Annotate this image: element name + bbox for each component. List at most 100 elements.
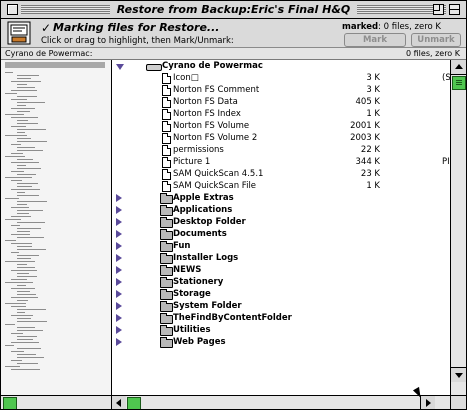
folder-row[interactable]: Storage	[112, 288, 450, 300]
file-row[interactable]: SAM QuickScan File 1 K	[112, 180, 450, 192]
disclosure-triangle-icon[interactable]	[116, 218, 122, 226]
disclosure-triangle-icon[interactable]	[116, 254, 122, 262]
root-row[interactable]: Cyrano de Powermac	[112, 60, 450, 72]
file-name: SAM QuickScan File	[173, 181, 257, 191]
folder-row[interactable]: Apple Extras	[112, 192, 450, 204]
file-size: 22 K	[360, 145, 380, 155]
disclosure-triangle-icon[interactable]	[116, 302, 122, 310]
overview-line	[5, 93, 17, 94]
disclosure-triangle-icon[interactable]	[116, 290, 122, 298]
file-size: 2003 K	[350, 133, 380, 143]
overview-line	[11, 288, 35, 289]
overview-line	[17, 246, 32, 247]
overview-line	[17, 195, 39, 196]
overview-scrollbar[interactable]	[1, 395, 112, 409]
overview-line	[17, 255, 39, 256]
disclosure-triangle-icon[interactable]	[116, 326, 122, 334]
vertical-scrollbar[interactable]	[450, 60, 466, 397]
zoom-box-icon[interactable]	[433, 4, 444, 15]
disclosure-triangle-icon[interactable]	[116, 206, 122, 214]
overview-line	[11, 351, 24, 352]
overview-line	[11, 108, 35, 109]
disclosure-triangle-icon[interactable]	[116, 266, 122, 274]
scroll-right-button[interactable]	[420, 396, 435, 409]
document-icon	[162, 181, 171, 192]
collapse-box-icon[interactable]	[449, 4, 460, 15]
overview-line	[17, 174, 36, 175]
size-box-icon[interactable]	[450, 395, 466, 409]
file-size: 344 K	[355, 157, 381, 167]
overview-line	[5, 324, 15, 325]
scroll-left-button[interactable]	[112, 396, 126, 409]
file-row[interactable]: Norton FS Volume 2 2003 K	[112, 132, 450, 144]
horizontal-scrollbar[interactable]	[112, 395, 450, 409]
overview-line	[11, 360, 22, 361]
overview-line	[11, 126, 26, 127]
horizontal-scroll-thumb[interactable]	[127, 397, 141, 409]
title-bar[interactable]: Restore from Backup:Eric's Final H&Q	[1, 1, 466, 19]
overview-line	[17, 87, 35, 88]
unmark-button[interactable]: Unmark	[411, 33, 461, 47]
folder-row[interactable]: NEWS	[112, 264, 450, 276]
check-icon: ✓	[41, 21, 52, 35]
folder-name: Desktop Folder	[173, 217, 246, 227]
disclosure-triangle-open-icon[interactable]	[116, 64, 124, 70]
folder-row[interactable]: Installer Logs	[112, 252, 450, 264]
overview-line	[17, 249, 46, 250]
window-title: Restore from Backup:Eric's Final H&Q	[109, 3, 358, 16]
overview-line	[17, 231, 30, 232]
scroll-up-button[interactable]	[451, 60, 466, 75]
folder-row[interactable]: System Folder	[112, 300, 450, 312]
disclosure-triangle-icon[interactable]	[116, 278, 122, 286]
folder-row[interactable]: Utilities	[112, 324, 450, 336]
file-row[interactable]: Norton FS Volume 2001 K	[112, 120, 450, 132]
disclosure-triangle-icon[interactable]	[116, 230, 122, 238]
overview-line	[5, 261, 35, 262]
file-row[interactable]: Picture 1 344 K PI	[112, 156, 450, 168]
overview-line	[11, 171, 24, 172]
file-size: 3 K	[366, 85, 380, 95]
folder-row[interactable]: TheFindByContentFolder	[112, 312, 450, 324]
folder-icon	[160, 229, 173, 240]
mode-header: ✓ Marking files for Restore... Click or …	[1, 19, 466, 48]
overview-scroll-thumb[interactable]	[3, 397, 17, 409]
overview-line	[11, 207, 29, 208]
disclosure-triangle-icon[interactable]	[116, 194, 122, 202]
overview-line	[17, 123, 38, 124]
volume-path: Cyrano de Powermac:	[5, 49, 93, 58]
path-bar: Cyrano de Powermac: 0 files, zero K	[1, 48, 466, 60]
disclosure-triangle-icon[interactable]	[116, 338, 122, 346]
vertical-scroll-thumb[interactable]	[452, 76, 466, 90]
overview-pane[interactable]	[1, 60, 112, 397]
overview-line	[5, 303, 26, 304]
file-row[interactable]: permissions 22 K	[112, 144, 450, 156]
overview-line	[5, 345, 14, 346]
file-list[interactable]: Cyrano de Powermac Icon□ 3 K (S Norton FS C…	[112, 60, 450, 397]
file-row[interactable]: Norton FS Comment 3 K	[112, 84, 450, 96]
folder-name: Documents	[173, 229, 227, 239]
folder-row[interactable]: Applications	[112, 204, 450, 216]
folder-name: NEWS	[173, 265, 202, 275]
file-row[interactable]: Norton FS Data 405 K	[112, 96, 450, 108]
scroll-up-arrow-icon	[455, 64, 463, 69]
folder-row[interactable]: Desktop Folder	[112, 216, 450, 228]
folder-row[interactable]: Documents	[112, 228, 450, 240]
scroll-left-arrow-icon	[116, 399, 121, 407]
file-row[interactable]: Norton FS Index 1 K	[112, 108, 450, 120]
overview-line	[17, 330, 43, 331]
disclosure-triangle-icon[interactable]	[116, 242, 122, 250]
scroll-down-button[interactable]	[451, 367, 466, 382]
folder-name: System Folder	[173, 301, 242, 311]
file-name: Norton FS Volume	[173, 121, 250, 131]
folder-row[interactable]: Fun	[112, 240, 450, 252]
overview-line	[17, 264, 27, 265]
file-row[interactable]: Icon□ 3 K (S	[112, 72, 450, 84]
file-row[interactable]: SAM QuickScan 4.5.1 23 K	[112, 168, 450, 180]
disclosure-triangle-icon[interactable]	[116, 314, 122, 322]
folder-row[interactable]: Stationery	[112, 276, 450, 288]
folder-row[interactable]: Web Pages	[112, 336, 450, 348]
file-kind: PI	[442, 157, 450, 167]
mark-button[interactable]: Mark	[344, 33, 406, 47]
overview-line	[17, 150, 43, 151]
overview-line	[17, 210, 43, 211]
